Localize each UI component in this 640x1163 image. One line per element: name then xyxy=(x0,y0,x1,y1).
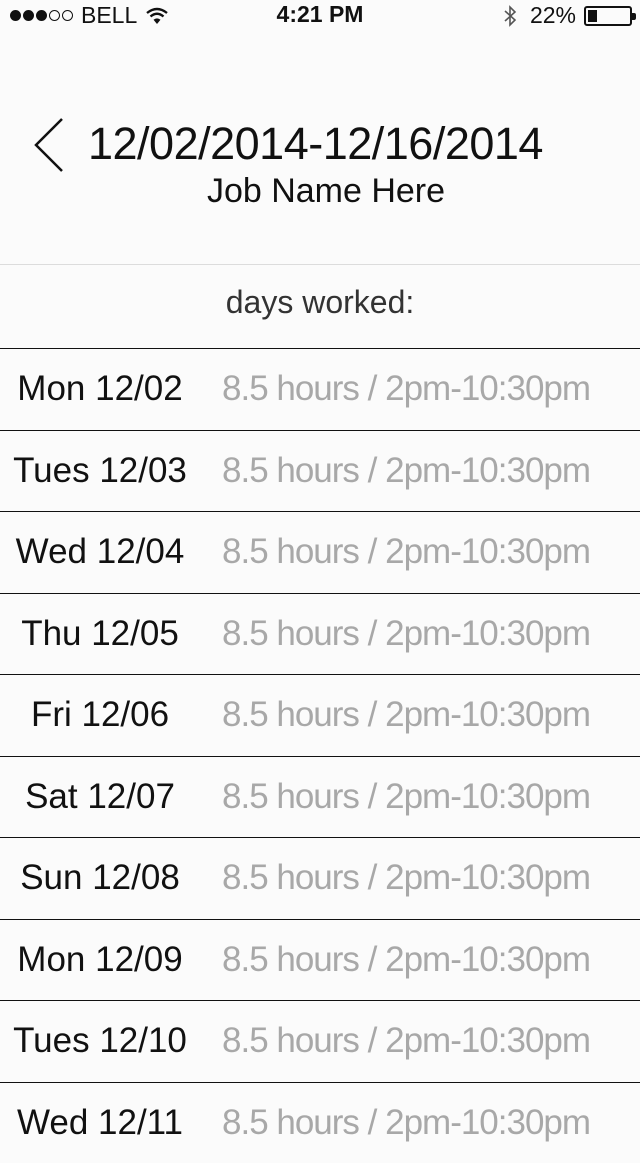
day-label: Tues 12/10 xyxy=(0,1021,200,1061)
section-label: days worked: xyxy=(0,284,640,321)
status-right: 22% xyxy=(502,2,632,29)
header: 12/02/2014-12/16/2014 Job Name Here xyxy=(0,30,640,264)
days-list: Mon 12/02 8.5 hours / 2pm-10:30pm Tues 1… xyxy=(0,348,640,1163)
hours-detail: 8.5 hours / 2pm-10:30pm xyxy=(222,614,590,654)
list-item[interactable]: Sat 12/07 8.5 hours / 2pm-10:30pm xyxy=(0,756,640,838)
day-label: Sun 12/08 xyxy=(0,858,200,898)
status-bar: BELL 4:21 PM 22% xyxy=(0,0,640,30)
hours-detail: 8.5 hours / 2pm-10:30pm xyxy=(222,532,590,572)
page-title: 12/02/2014-12/16/2014 xyxy=(88,118,543,170)
header-divider xyxy=(0,264,640,265)
day-label: Fri 12/06 xyxy=(0,695,200,735)
list-item[interactable]: Mon 12/02 8.5 hours / 2pm-10:30pm xyxy=(0,348,640,430)
back-button[interactable] xyxy=(28,115,68,175)
hours-detail: 8.5 hours / 2pm-10:30pm xyxy=(222,451,590,491)
battery-level xyxy=(588,10,597,22)
day-label: Tues 12/03 xyxy=(0,451,200,491)
list-item[interactable]: Mon 12/09 8.5 hours / 2pm-10:30pm xyxy=(0,919,640,1001)
battery-percent: 22% xyxy=(530,2,576,29)
day-label: Wed 12/04 xyxy=(0,532,200,572)
list-item[interactable]: Sun 12/08 8.5 hours / 2pm-10:30pm xyxy=(0,837,640,919)
hours-detail: 8.5 hours / 2pm-10:30pm xyxy=(222,777,590,817)
day-label: Mon 12/02 xyxy=(0,369,200,409)
list-item[interactable]: Tues 12/03 8.5 hours / 2pm-10:30pm xyxy=(0,430,640,512)
hours-detail: 8.5 hours / 2pm-10:30pm xyxy=(222,369,590,409)
battery-icon xyxy=(584,6,632,26)
bluetooth-icon xyxy=(502,4,518,28)
list-item[interactable]: Wed 12/11 8.5 hours / 2pm-10:30pm xyxy=(0,1082,640,1163)
hours-detail: 8.5 hours / 2pm-10:30pm xyxy=(222,1021,590,1061)
list-item[interactable]: Thu 12/05 8.5 hours / 2pm-10:30pm xyxy=(0,593,640,675)
list-item[interactable]: Wed 12/04 8.5 hours / 2pm-10:30pm xyxy=(0,511,640,593)
day-label: Mon 12/09 xyxy=(0,940,200,980)
list-item[interactable]: Tues 12/10 8.5 hours / 2pm-10:30pm xyxy=(0,1000,640,1082)
day-label: Sat 12/07 xyxy=(0,777,200,817)
day-label: Thu 12/05 xyxy=(0,614,200,654)
day-label: Wed 12/11 xyxy=(0,1103,200,1143)
hours-detail: 8.5 hours / 2pm-10:30pm xyxy=(222,1103,590,1143)
hours-detail: 8.5 hours / 2pm-10:30pm xyxy=(222,695,590,735)
job-name: Job Name Here xyxy=(0,172,640,211)
chevron-left-icon xyxy=(30,116,66,174)
list-item[interactable]: Fri 12/06 8.5 hours / 2pm-10:30pm xyxy=(0,674,640,756)
hours-detail: 8.5 hours / 2pm-10:30pm xyxy=(222,940,590,980)
hours-detail: 8.5 hours / 2pm-10:30pm xyxy=(222,858,590,898)
